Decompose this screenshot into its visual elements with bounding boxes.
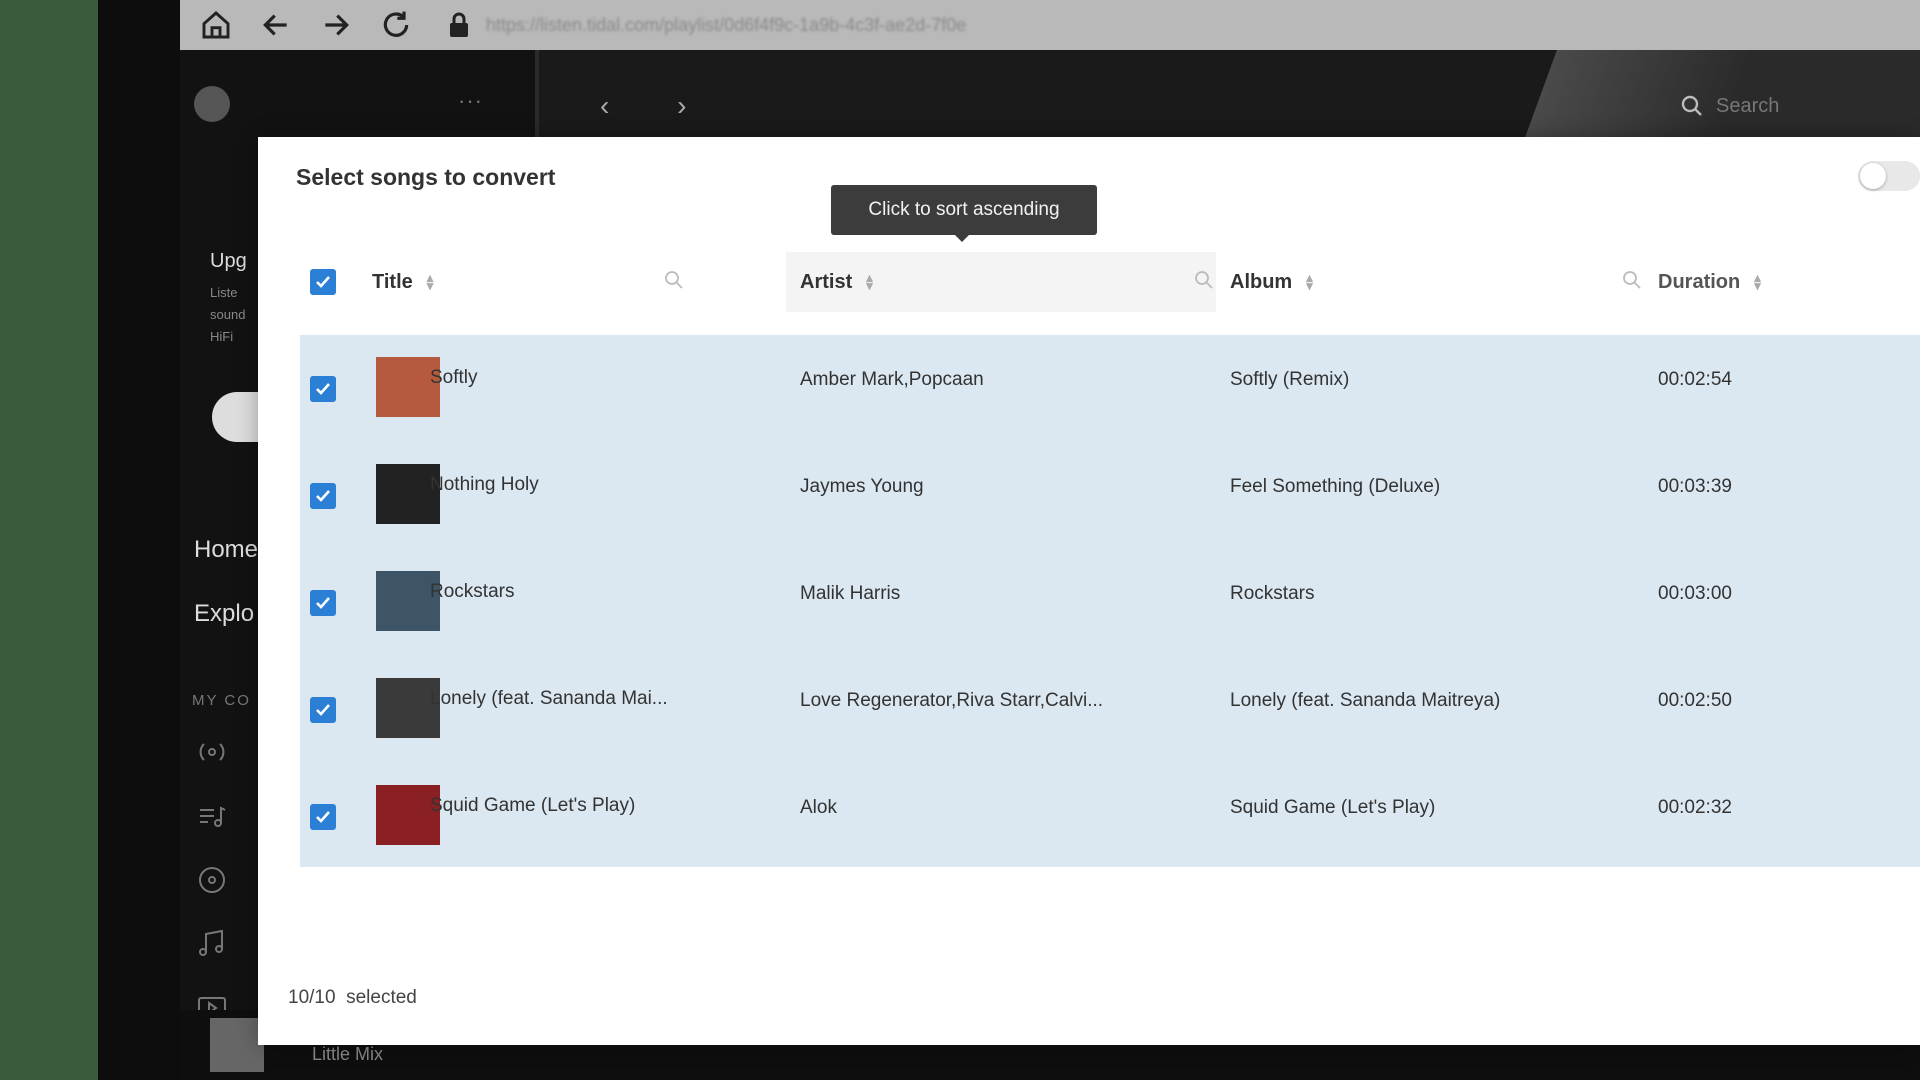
window-edge bbox=[98, 0, 180, 1080]
column-header-album[interactable]: Album ▴ ▾ bbox=[1230, 252, 1313, 312]
app-nav-arrows: ‹ › bbox=[600, 90, 686, 122]
song-duration: 00:03:00 bbox=[1658, 583, 1732, 604]
lock-icon bbox=[450, 12, 468, 37]
song-duration: 00:02:54 bbox=[1658, 369, 1732, 390]
song-title: Squid Game (Let's Play) bbox=[430, 795, 636, 816]
song-title: Lonely (feat. Sananda Mai... bbox=[430, 688, 668, 709]
column-header-title[interactable]: Title ▴ ▾ bbox=[372, 252, 433, 312]
sidebar-upgrade-text: Liste sound HiFi bbox=[210, 282, 245, 348]
sort-icon[interactable]: ▴ ▾ bbox=[866, 271, 873, 292]
table-row[interactable]: Lonely (feat. Sananda Mai... Love Regener… bbox=[300, 656, 1920, 763]
toggle-switch[interactable] bbox=[1858, 161, 1920, 191]
song-album: Lonely (feat. Sananda Maitreya) bbox=[1230, 690, 1501, 711]
song-title: Rockstars bbox=[430, 581, 515, 602]
search-placeholder: Search bbox=[1716, 94, 1780, 117]
column-artist-label: Artist bbox=[800, 270, 853, 293]
browser-toolbar: https://listen.tidal.com/playlist/0d6f4f… bbox=[180, 0, 1920, 50]
desktop-background bbox=[0, 0, 98, 1080]
select-all-checkbox[interactable] bbox=[310, 252, 336, 312]
song-title: Nothing Holy bbox=[430, 474, 539, 495]
song-table-body: Softly Amber Mark,Popcaan Softly (Remix) 00… bbox=[300, 335, 1920, 867]
sort-icon[interactable]: ▴ ▾ bbox=[1306, 271, 1313, 292]
song-title: Softly bbox=[430, 367, 478, 388]
search-icon bbox=[1681, 95, 1702, 116]
convert-dialog: Select songs to convert Title ▴ ▾ Artist … bbox=[258, 137, 1920, 1045]
song-album: Squid Game (Let's Play) bbox=[1230, 797, 1436, 818]
now-playing-thumbnail[interactable] bbox=[210, 1018, 264, 1072]
sort-tooltip: Click to sort ascending bbox=[831, 185, 1097, 242]
address-bar[interactable]: https://listen.tidal.com/playlist/0d6f4f… bbox=[448, 5, 1920, 45]
checkbox[interactable] bbox=[310, 269, 336, 295]
forward-arrow-icon[interactable] bbox=[312, 5, 360, 45]
column-header-duration[interactable]: Duration ▴ ▾ bbox=[1658, 252, 1761, 312]
back-arrow-icon[interactable] bbox=[252, 5, 300, 45]
nav-forward-icon[interactable]: › bbox=[677, 90, 686, 121]
song-album: Feel Something (Deluxe) bbox=[1230, 476, 1441, 497]
radio-icon[interactable] bbox=[194, 734, 230, 770]
more-icon[interactable]: ··· bbox=[458, 88, 483, 114]
toggle-knob bbox=[1860, 163, 1886, 189]
row-checkbox[interactable] bbox=[310, 590, 336, 616]
song-album: Softly (Remix) bbox=[1230, 369, 1350, 390]
table-row[interactable]: Nothing Holy Jaymes Young Feel Something (… bbox=[300, 442, 1920, 549]
sort-icon[interactable]: ▴ ▾ bbox=[427, 271, 434, 292]
row-checkbox[interactable] bbox=[310, 483, 336, 509]
row-checkbox[interactable] bbox=[310, 376, 336, 402]
upgrade-line: sound bbox=[210, 307, 246, 322]
music-note-icon[interactable] bbox=[194, 926, 230, 962]
song-duration: 00:02:50 bbox=[1658, 690, 1732, 711]
artist-filter-icon[interactable] bbox=[1194, 270, 1214, 290]
column-album-label: Album bbox=[1230, 270, 1293, 293]
table-row[interactable]: Rockstars Malik Harris Rockstars 00:03:00 bbox=[300, 549, 1920, 656]
row-checkbox[interactable] bbox=[310, 804, 336, 830]
upgrade-line: HiFi bbox=[210, 329, 234, 344]
sidebar-section-my-collection: MY CO bbox=[192, 692, 251, 709]
song-artist: Love Regenerator,Riva Starr,Calvi... bbox=[800, 690, 1104, 711]
selected-label: selected bbox=[346, 987, 417, 1008]
sidebar-upgrade-title: Upg bbox=[210, 250, 247, 272]
column-duration-label: Duration bbox=[1658, 270, 1741, 293]
upgrade-line: Liste bbox=[210, 285, 238, 300]
selected-count-value: 10/10 bbox=[288, 987, 336, 1008]
avatar[interactable] bbox=[194, 86, 230, 122]
app-search[interactable]: Search bbox=[1680, 94, 1779, 118]
song-artist: Alok bbox=[800, 797, 837, 818]
album-icon[interactable] bbox=[194, 862, 230, 898]
column-header-artist[interactable]: Artist ▴ ▾ bbox=[800, 252, 873, 312]
url-text: https://listen.tidal.com/playlist/0d6f4f… bbox=[486, 14, 967, 35]
table-header: Title ▴ ▾ Artist ▴ ▾ Album ▴ ▾ Duration ▴ ▾ bbox=[300, 252, 1920, 312]
sidebar-item-home[interactable]: Home bbox=[194, 536, 258, 564]
home-icon[interactable] bbox=[192, 5, 240, 45]
dialog-title: Select songs to convert bbox=[296, 164, 556, 190]
column-title-label: Title bbox=[372, 270, 413, 293]
playlist-icon[interactable] bbox=[194, 798, 230, 834]
now-playing-title[interactable]: Little Mix bbox=[312, 1044, 383, 1065]
song-duration: 00:03:39 bbox=[1658, 476, 1732, 497]
sidebar-item-explore[interactable]: Explo bbox=[194, 600, 254, 628]
reload-icon[interactable] bbox=[372, 5, 420, 45]
sort-icon[interactable]: ▴ ▾ bbox=[1754, 271, 1761, 292]
song-artist: Malik Harris bbox=[800, 583, 901, 604]
row-checkbox[interactable] bbox=[310, 697, 336, 723]
nav-back-icon[interactable]: ‹ bbox=[600, 90, 609, 121]
song-artist: Amber Mark,Popcaan bbox=[800, 369, 984, 390]
selection-count: 10/10 selected bbox=[288, 987, 417, 1009]
table-row[interactable]: Squid Game (Let's Play) Alok Squid Game (L… bbox=[300, 763, 1920, 870]
song-artist: Jaymes Young bbox=[800, 476, 924, 497]
album-filter-icon[interactable] bbox=[1622, 270, 1642, 290]
song-duration: 00:02:32 bbox=[1658, 797, 1732, 818]
table-row[interactable]: Softly Amber Mark,Popcaan Softly (Remix) 00… bbox=[300, 335, 1920, 442]
song-album: Rockstars bbox=[1230, 583, 1315, 604]
title-filter-icon[interactable] bbox=[664, 270, 684, 290]
